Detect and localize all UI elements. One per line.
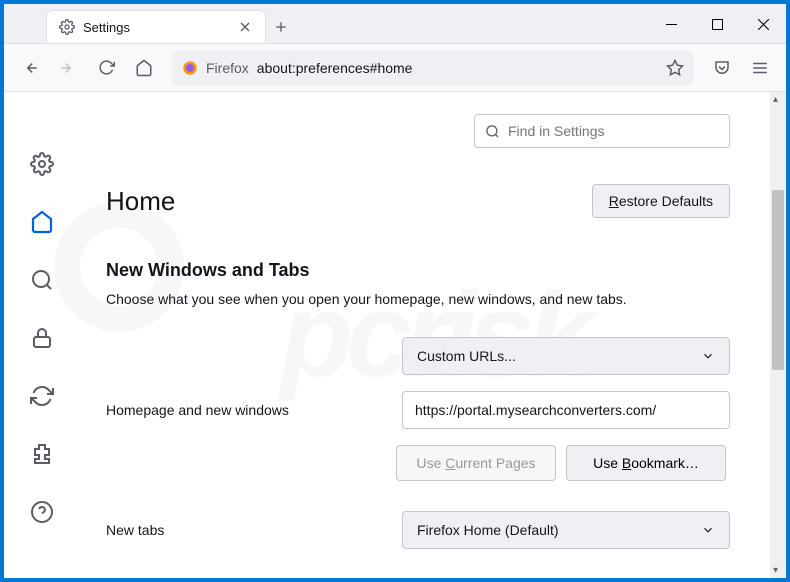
minimize-icon xyxy=(666,19,677,30)
page-title: Home xyxy=(106,186,175,217)
settings-search[interactable] xyxy=(474,114,730,148)
maximize-button[interactable] xyxy=(694,4,740,44)
scroll-up-icon[interactable]: ▴ xyxy=(773,94,778,105)
restore-defaults-button[interactable]: Restore Defaults xyxy=(592,184,730,218)
search-icon xyxy=(485,124,500,139)
homepage-mode-select[interactable]: Custom URLs... xyxy=(402,337,730,375)
menu-button[interactable] xyxy=(744,52,776,84)
browser-tab[interactable]: Settings xyxy=(46,10,266,43)
pocket-icon xyxy=(713,59,731,77)
sidebar-item-help[interactable] xyxy=(30,500,54,524)
homepage-label: Homepage and new windows xyxy=(106,402,386,418)
plus-icon xyxy=(273,19,289,35)
settings-search-input[interactable] xyxy=(508,123,719,139)
close-icon[interactable] xyxy=(237,19,253,35)
section-description: Choose what you see when you open your h… xyxy=(106,291,730,307)
home-button[interactable] xyxy=(128,52,160,84)
scroll-thumb[interactable] xyxy=(772,190,784,370)
reload-button[interactable] xyxy=(90,52,122,84)
chevron-down-icon xyxy=(701,349,715,363)
back-icon xyxy=(21,59,39,77)
main-panel: pcrisk Home Restore Defaults New Windows… xyxy=(80,92,786,578)
bookmark-star-icon[interactable] xyxy=(666,59,684,77)
newtabs-select[interactable]: Firefox Home (Default) xyxy=(402,511,730,549)
hamburger-icon xyxy=(751,59,769,77)
newtabs-label: New tabs xyxy=(106,522,386,538)
minimize-button[interactable] xyxy=(648,4,694,44)
section-title: New Windows and Tabs xyxy=(106,260,730,281)
window-controls xyxy=(648,4,786,43)
url-prefix: Firefox xyxy=(206,60,249,76)
new-tab-button[interactable] xyxy=(266,10,296,43)
close-window-button[interactable] xyxy=(740,4,786,44)
sidebar-item-extensions[interactable] xyxy=(30,442,54,466)
gear-icon xyxy=(59,19,75,35)
scrollbar[interactable]: ▴ ▾ xyxy=(770,92,786,578)
firefox-icon xyxy=(182,60,198,76)
sidebar xyxy=(4,92,80,578)
use-bookmark-button[interactable]: Use Bookmark… xyxy=(566,445,726,481)
titlebar: Settings xyxy=(4,4,786,44)
use-current-pages-button[interactable]: Use Current Pages xyxy=(396,445,556,481)
maximize-icon xyxy=(712,19,723,30)
forward-icon xyxy=(59,59,77,77)
chevron-down-icon xyxy=(701,523,715,537)
newtabs-value: Firefox Home (Default) xyxy=(417,522,559,538)
sidebar-item-general[interactable] xyxy=(30,152,54,176)
window: Settings Firefox about:preferences#home xyxy=(4,4,786,578)
toolbar: Firefox about:preferences#home xyxy=(4,44,786,92)
content: pcrisk Home Restore Defaults New Windows… xyxy=(4,92,786,578)
sidebar-item-search[interactable] xyxy=(30,268,54,292)
homepage-url-input[interactable] xyxy=(402,391,730,429)
sidebar-item-home[interactable] xyxy=(30,210,54,234)
back-button[interactable] xyxy=(14,52,46,84)
reload-icon xyxy=(98,59,115,76)
url-bar[interactable]: Firefox about:preferences#home xyxy=(172,51,694,85)
close-icon xyxy=(758,19,769,30)
sidebar-item-privacy[interactable] xyxy=(30,326,54,350)
url-text: about:preferences#home xyxy=(257,60,658,76)
home-icon xyxy=(135,59,153,77)
sidebar-item-sync[interactable] xyxy=(30,384,54,408)
homepage-mode-value: Custom URLs... xyxy=(417,348,516,364)
pocket-button[interactable] xyxy=(706,52,738,84)
tab-title: Settings xyxy=(83,20,237,35)
scroll-down-icon[interactable]: ▾ xyxy=(773,565,778,576)
forward-button[interactable] xyxy=(52,52,84,84)
